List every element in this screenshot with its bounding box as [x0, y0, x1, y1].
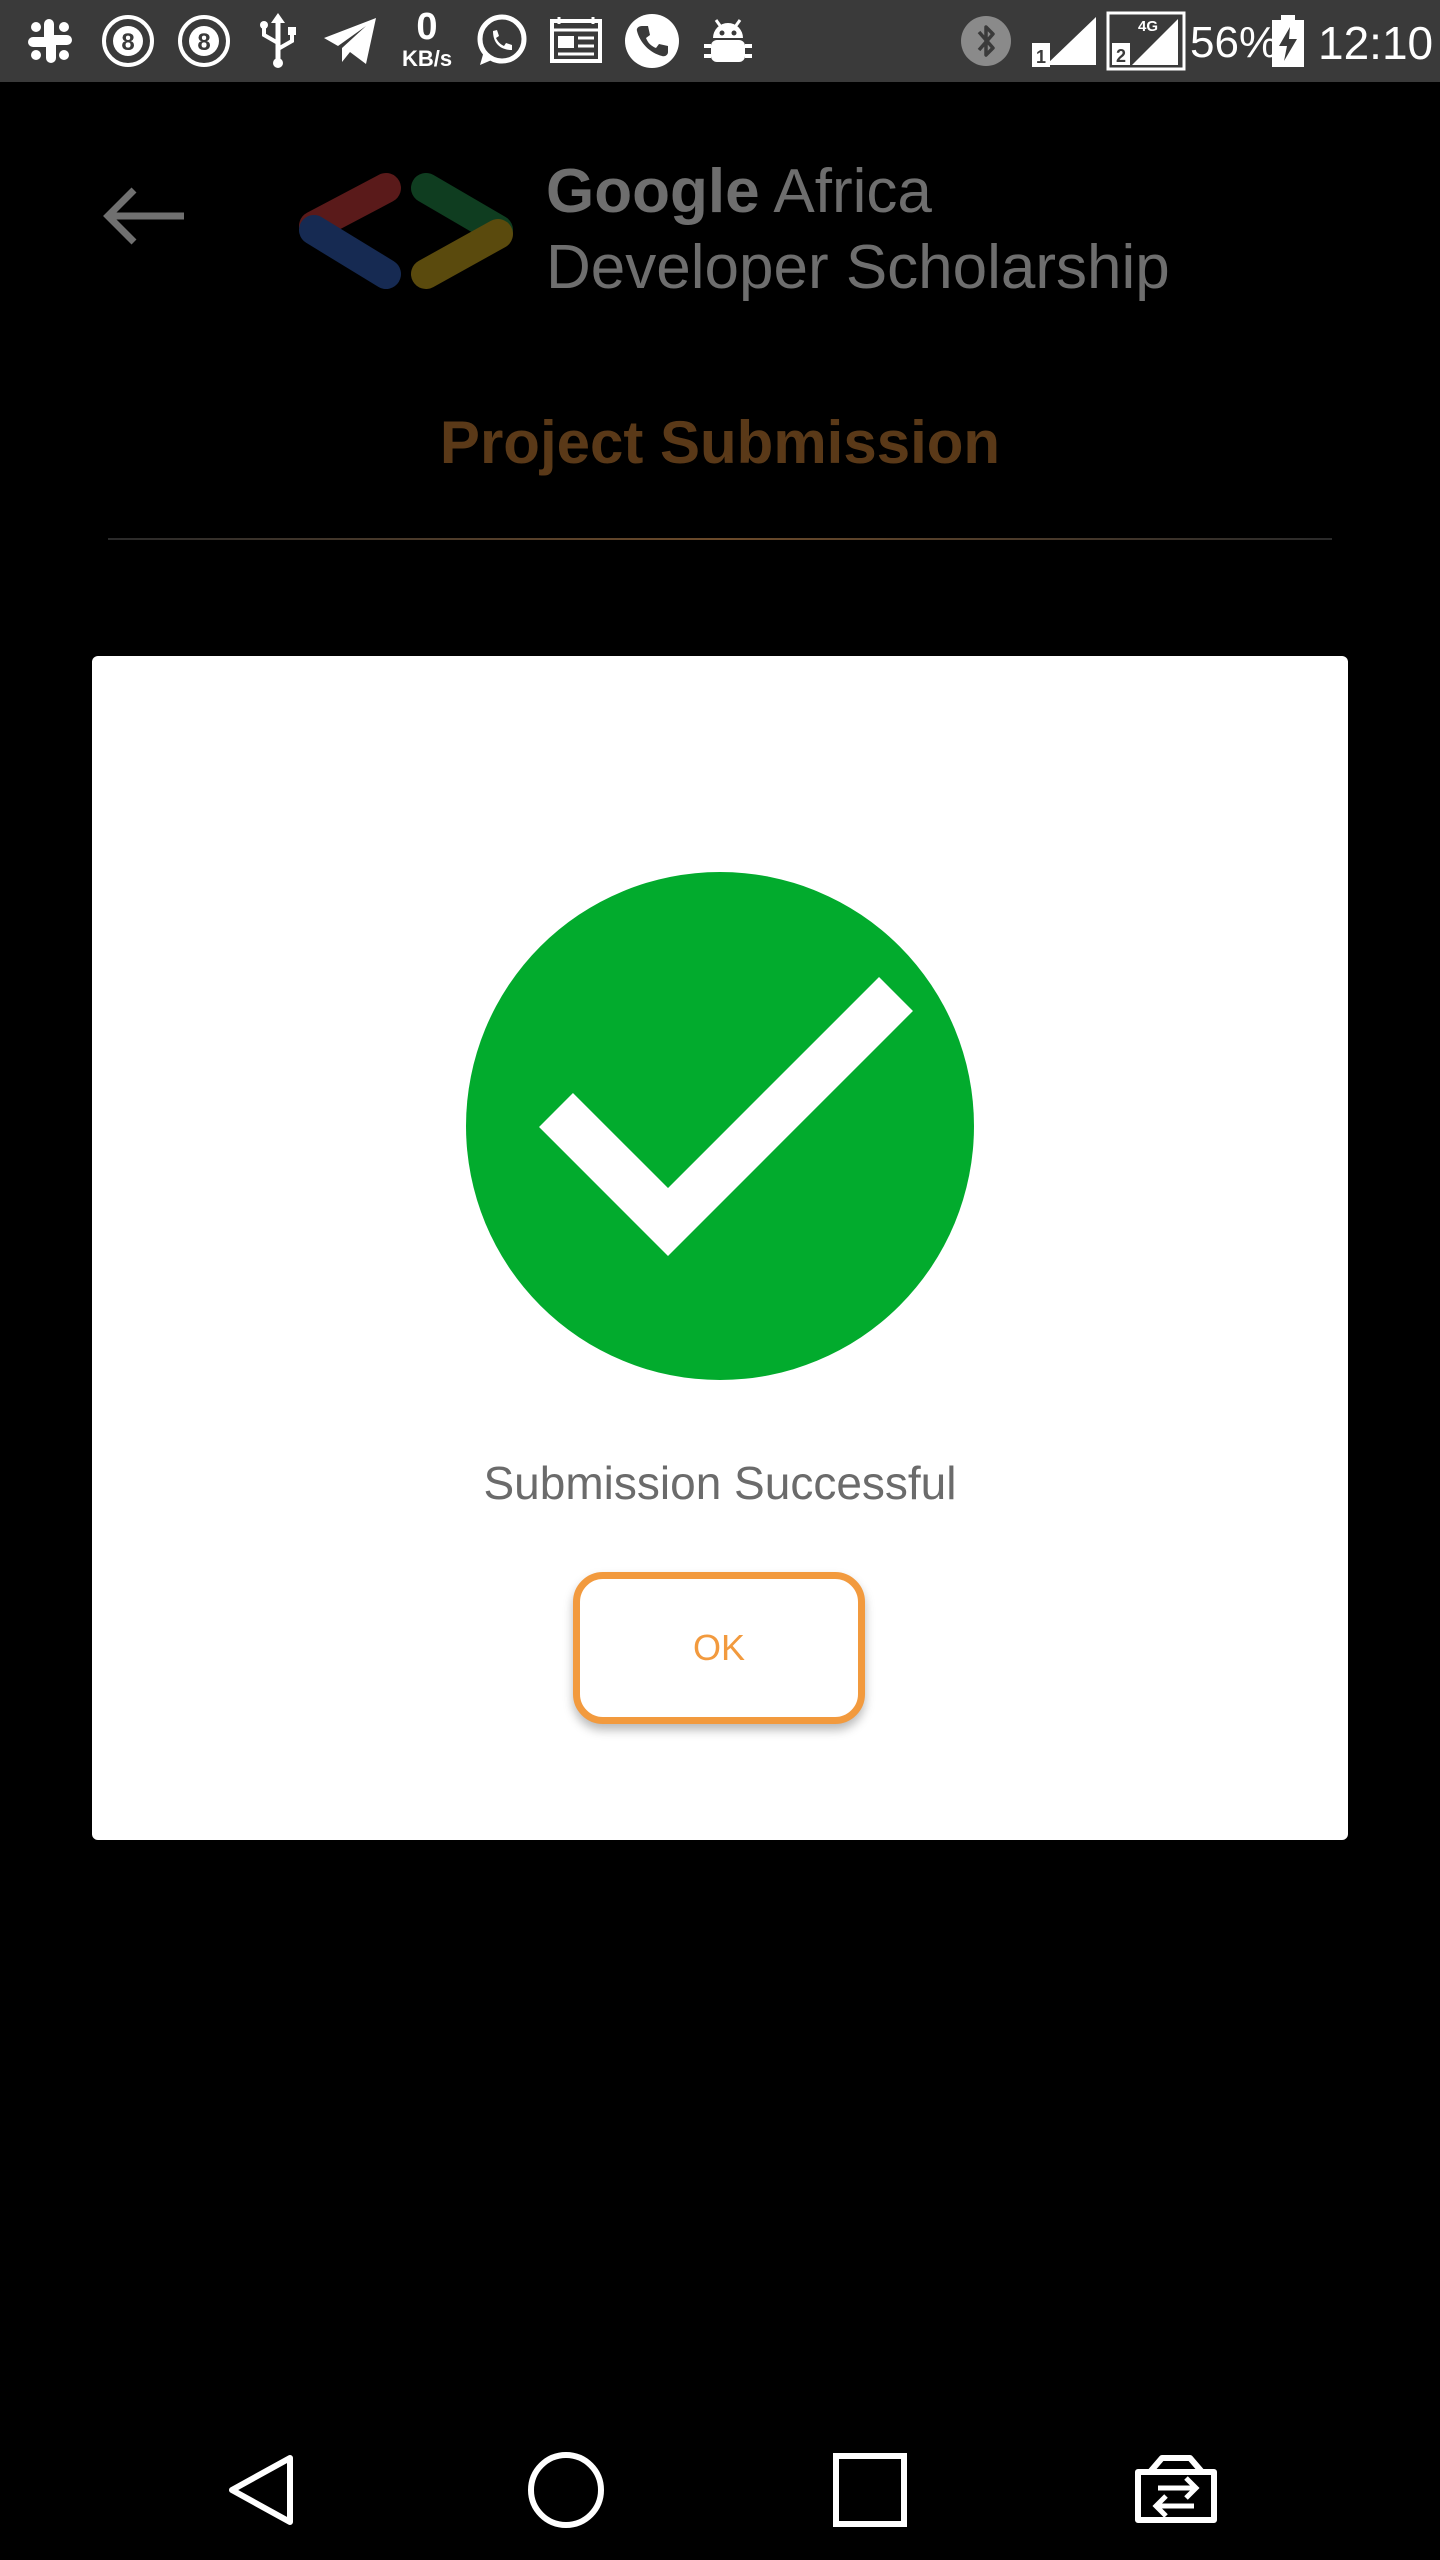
ok-button[interactable]: OK [573, 1572, 865, 1724]
slack-icon [22, 13, 78, 69]
battery-charging-icon [1268, 13, 1308, 69]
brand-line-2: Developer Scholarship [546, 232, 1170, 302]
nav-home-button[interactable] [506, 2440, 626, 2540]
nav-switch-app-button[interactable] [1116, 2440, 1236, 2540]
bluetooth-icon [958, 13, 1014, 69]
back-triangle-icon [229, 2455, 293, 2525]
nav-back-button[interactable] [202, 2440, 322, 2540]
network-speed-value: 0 [416, 6, 438, 48]
eight-ball-icon: 8 [100, 13, 156, 69]
network-speed-unit: KB/s [401, 46, 453, 71]
svg-text:2: 2 [1116, 46, 1126, 66]
google-developers-logo [286, 170, 526, 294]
brand-google: Google [546, 157, 760, 226]
battery-percentage: 56% [1190, 18, 1279, 67]
news-icon [548, 13, 604, 69]
back-button[interactable] [96, 176, 192, 256]
page-title: Project Submission [439, 409, 1001, 476]
dialog-message: Submission Successful [483, 1457, 957, 1509]
whatsapp-icon [474, 13, 530, 69]
telegram-icon [322, 13, 378, 69]
status-bar: 8 8 0 KB/s 1 2 4G 56% 12:10 [0, 0, 1440, 82]
arrow-left-icon [103, 187, 184, 245]
usb-icon [250, 13, 306, 69]
sim2-4g-signal-icon: 2 4G [1106, 11, 1186, 71]
screen: 8 8 0 KB/s 1 2 4G 56% 12:10 Google Afric… [0, 0, 1440, 2560]
phone-icon [624, 13, 680, 69]
brand-line-1: Google Africa [546, 154, 1170, 230]
brand-title: Google Africa Developer Scholarship [546, 154, 1170, 305]
success-dialog: Submission Successful OK [92, 656, 1348, 1840]
recents-square-icon [833, 2453, 907, 2527]
svg-text:4G: 4G [1138, 18, 1158, 35]
clock: 12:10 [1318, 17, 1434, 69]
android-debug-icon [700, 13, 756, 69]
title-divider [108, 538, 1332, 540]
brand-africa: Africa [759, 157, 932, 226]
home-circle-icon [528, 2452, 604, 2528]
check-circle-icon [464, 870, 976, 1382]
eight-ball-icon: 8 [176, 13, 232, 69]
nav-recents-button[interactable] [810, 2440, 930, 2540]
sim1-signal-icon: 1 [1026, 13, 1098, 69]
svg-text:8: 8 [121, 29, 134, 56]
switch-app-icon [1135, 2455, 1217, 2523]
svg-text:1: 1 [1036, 47, 1046, 67]
network-speed: 0 KB/s [392, 8, 462, 74]
svg-text:8: 8 [197, 29, 210, 56]
